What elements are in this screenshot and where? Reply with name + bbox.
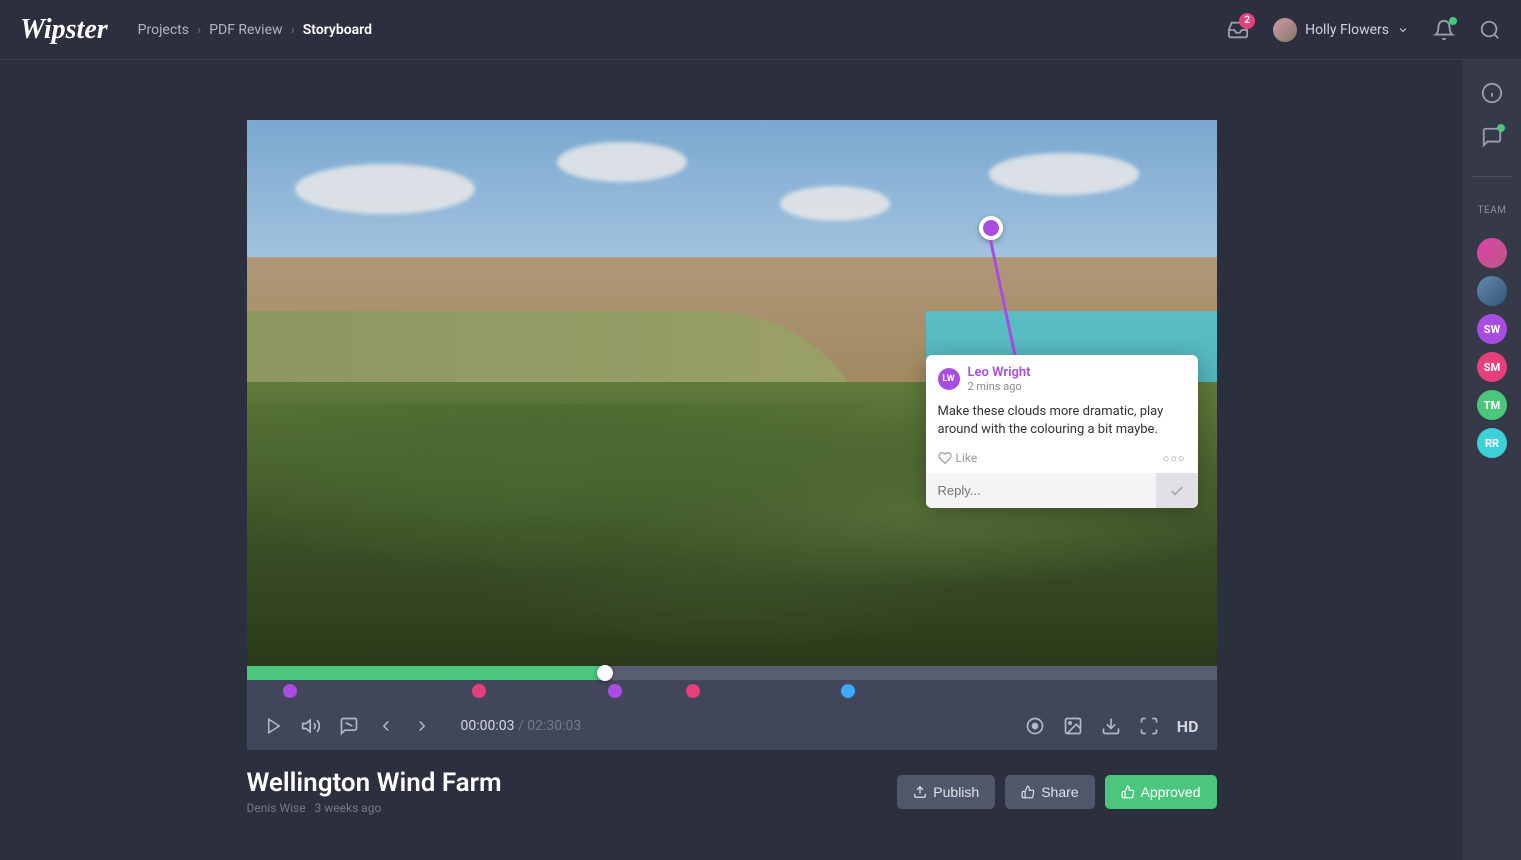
timecode: 00:00:03 / 02:30:03 (461, 718, 582, 734)
like-label: Like (956, 451, 978, 465)
info-icon[interactable] (1481, 82, 1503, 104)
team-avatar[interactable]: RR (1477, 428, 1507, 458)
timeline-marker[interactable] (841, 684, 855, 698)
reply-submit-button[interactable] (1156, 473, 1198, 508)
approved-button[interactable]: Approved (1105, 775, 1217, 809)
annotation-pin[interactable] (979, 216, 1003, 240)
heart-icon (938, 451, 952, 465)
breadcrumb-current[interactable]: Storyboard (303, 22, 372, 38)
breadcrumb: Projects › PDF Review › Storyboard (138, 22, 372, 38)
check-icon (1169, 483, 1185, 499)
footer-actions: Publish Share Approved (897, 775, 1216, 809)
comment-author[interactable]: Leo Wright (968, 365, 1031, 380)
app-root: Wipster Projects › PDF Review › Storyboa… (0, 0, 1521, 860)
avatar (1273, 18, 1297, 42)
timeline-progress (247, 666, 606, 680)
comment-text: Make these clouds more dramatic, play ar… (926, 397, 1198, 447)
breadcrumb-pdfreview[interactable]: PDF Review (209, 22, 282, 38)
notification-dot (1449, 17, 1457, 25)
timeline-marker[interactable] (283, 684, 297, 698)
timeline-track[interactable] (247, 666, 1217, 680)
download-icon[interactable] (1101, 716, 1121, 736)
team-avatar[interactable] (1477, 238, 1507, 268)
reply-input[interactable] (926, 473, 1156, 508)
volume-button[interactable] (301, 716, 321, 736)
more-icon[interactable]: ○○○ (1163, 452, 1186, 465)
team-avatar[interactable]: SW (1477, 314, 1507, 344)
quality-label[interactable]: HD (1177, 717, 1199, 736)
thumbs-up-icon (1121, 785, 1135, 799)
uploaded-ago: 3 weeks ago (315, 801, 382, 815)
video-footer: Wellington Wind Farm Denis Wise 3 weeks … (247, 750, 1217, 815)
chat-dot (1497, 124, 1505, 132)
user-menu[interactable]: Holly Flowers (1273, 18, 1409, 42)
video-container: LW Leo Wright 2 mins ago Make these clou… (247, 120, 1217, 750)
chevron-right-icon: › (197, 22, 201, 38)
prev-button[interactable] (377, 717, 395, 735)
main: LW Leo Wright 2 mins ago Make these clou… (0, 60, 1521, 860)
upload-icon (913, 785, 927, 799)
team-label: TEAM (1478, 205, 1507, 216)
header: Wipster Projects › PDF Review › Storyboa… (0, 0, 1521, 60)
timeline-marker[interactable] (608, 684, 622, 698)
inbox-icon[interactable]: 2 (1227, 19, 1249, 41)
video-frame[interactable]: LW Leo Wright 2 mins ago Make these clou… (247, 120, 1217, 666)
right-sidebar: TEAM SW SM TM RR (1463, 60, 1521, 860)
video-title: Wellington Wind Farm (247, 768, 502, 798)
user-name: Holly Flowers (1305, 22, 1389, 38)
next-button[interactable] (413, 717, 431, 735)
divider (1472, 176, 1513, 177)
comment-popup: LW Leo Wright 2 mins ago Make these clou… (926, 355, 1198, 508)
chevron-right-icon: › (291, 22, 295, 38)
header-actions: 2 Holly Flowers (1227, 18, 1501, 42)
team-avatar[interactable]: TM (1477, 390, 1507, 420)
uploader[interactable]: Denis Wise (247, 801, 306, 815)
timeline-marker[interactable] (686, 684, 700, 698)
comment-timestamp: 2 mins ago (968, 380, 1031, 393)
breadcrumb-projects[interactable]: Projects (138, 22, 189, 38)
timeline: 00:00:03 / 02:30:03 (247, 666, 1217, 750)
team-avatar[interactable]: SM (1477, 352, 1507, 382)
play-button[interactable] (265, 717, 283, 735)
marker-row (247, 680, 1217, 702)
thumbs-up-icon (1021, 785, 1035, 799)
publish-button[interactable]: Publish (897, 775, 995, 809)
content: LW Leo Wright 2 mins ago Make these clou… (0, 60, 1463, 860)
record-icon[interactable] (1025, 716, 1045, 736)
comment-button[interactable] (339, 716, 359, 736)
chevron-down-icon (1397, 24, 1409, 36)
notifications-icon[interactable] (1433, 19, 1455, 41)
video-meta: Denis Wise 3 weeks ago (247, 801, 502, 815)
inbox-badge: 2 (1239, 13, 1255, 29)
video-controls: 00:00:03 / 02:30:03 (247, 702, 1217, 750)
like-button[interactable]: Like (938, 451, 978, 465)
duration: 02:30:03 (527, 718, 581, 734)
logo[interactable]: Wipster (20, 14, 108, 46)
fullscreen-icon[interactable] (1139, 716, 1159, 736)
team-avatar[interactable] (1477, 276, 1507, 306)
current-time: 00:00:03 (461, 718, 515, 734)
share-button[interactable]: Share (1005, 775, 1094, 809)
search-icon[interactable] (1479, 19, 1501, 41)
chat-icon[interactable] (1481, 126, 1503, 148)
image-icon[interactable] (1063, 716, 1083, 736)
timeline-thumb[interactable] (597, 665, 613, 681)
team-list: SW SM TM RR (1477, 238, 1507, 458)
timeline-marker[interactable] (472, 684, 486, 698)
comment-avatar: LW (938, 368, 960, 390)
